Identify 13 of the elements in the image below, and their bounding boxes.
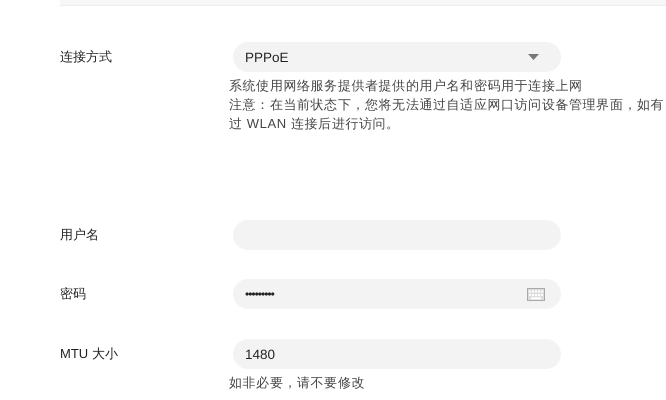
field-label: 用户名 — [60, 226, 100, 244]
field-label: MTU 大小 — [60, 345, 119, 363]
input-field[interactable]: 1480 — [233, 339, 561, 369]
field-label: 密码 — [60, 285, 87, 303]
help-text: 如非必要，请不要修改 — [229, 374, 366, 392]
help-text: 系统使用网络服务提供者提供的用户名和密码用于连接上网 — [229, 77, 584, 95]
dropdown[interactable]: PPPoE — [233, 42, 561, 72]
keyboard-icon[interactable] — [527, 288, 545, 300]
help-text: 过 WLAN 连接后进行访问。 — [229, 115, 401, 133]
help-text: 注意：在当前状态下，您将无法通过自适应网口访问设备管理界面，如有 — [229, 96, 664, 114]
password-field[interactable]: ••••••••• — [233, 279, 561, 309]
field-label: 连接方式 — [60, 48, 113, 66]
caret-icon — [528, 54, 539, 60]
